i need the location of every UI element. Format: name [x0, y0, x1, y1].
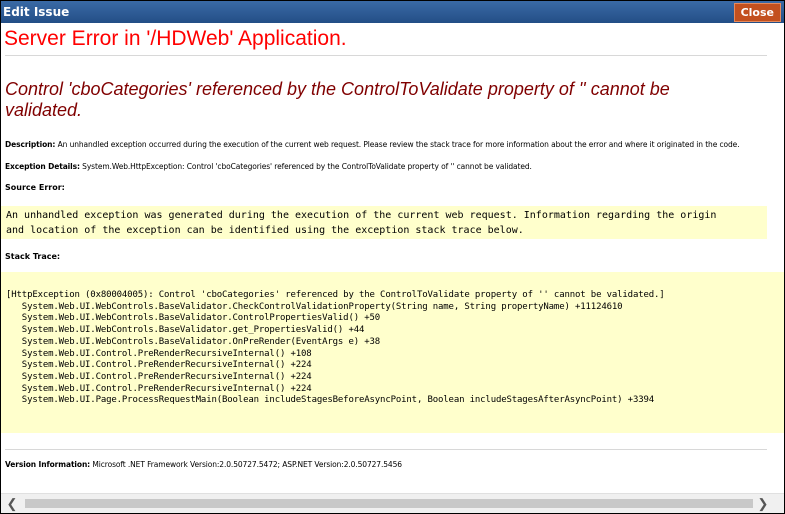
version-information-line: Version Information: Microsoft .NET Fram… [5, 460, 402, 469]
chevron-right-icon[interactable]: ❯ [756, 497, 770, 511]
stack-trace-line: System.Web.UI.WebControls.BaseValidator.… [6, 301, 623, 312]
stack-trace-line: [HttpException (0x80004005): Control 'cb… [6, 290, 665, 300]
version-information-label: Version Information: [5, 460, 91, 469]
source-error-label: Source Error: [5, 183, 65, 192]
stack-trace-line: System.Web.UI.Control.PreRenderRecursive… [6, 371, 312, 382]
exception-details-line: Exception Details: System.Web.HttpExcept… [5, 162, 532, 171]
description-text: An unhandled exception occurred during t… [55, 140, 740, 149]
dialog-title: Edit Issue [3, 5, 70, 19]
description-label: Description: [5, 140, 56, 149]
heading-divider [5, 55, 767, 56]
stack-trace-line: System.Web.UI.Page.ProcessRequestMain(Bo… [6, 395, 655, 406]
version-information-text: Microsoft .NET Framework Version:2.0.507… [90, 460, 402, 469]
exception-details-label: Exception Details: [5, 162, 80, 171]
scrollbar-thumb[interactable] [25, 499, 753, 508]
edit-issue-dialog: Edit Issue Close Server Error in '/HDWeb… [1, 1, 784, 513]
source-error-box: An unhandled exception was generated dur… [1, 206, 767, 239]
stack-trace-line: System.Web.UI.Control.PreRenderRecursive… [6, 348, 312, 359]
source-error-line: and location of the exception can be ide… [6, 225, 524, 236]
dialog-titlebar[interactable]: Edit Issue Close [1, 1, 784, 23]
stack-trace-line: System.Web.UI.WebControls.BaseValidator.… [6, 325, 365, 336]
error-page-content: Server Error in '/HDWeb' Application. Co… [1, 23, 784, 491]
source-error-line: An unhandled exception was generated dur… [6, 210, 717, 221]
error-message: Control 'cboCategories' referenced by th… [5, 79, 670, 120]
chevron-left-icon[interactable]: ❮ [5, 497, 19, 511]
close-button[interactable]: Close [733, 3, 781, 22]
stack-trace-line: System.Web.UI.Control.PreRenderRecursive… [6, 360, 312, 371]
version-divider [5, 449, 767, 450]
description-line: Description: An unhandled exception occu… [5, 140, 740, 149]
stack-trace-line: System.Web.UI.Control.PreRenderRecursive… [6, 383, 312, 394]
horizontal-scrollbar[interactable]: ❮ ❯ [1, 493, 784, 513]
stack-trace-box: [HttpException (0x80004005): Control 'cb… [1, 272, 784, 433]
stack-trace-line: System.Web.UI.WebControls.BaseValidator.… [6, 336, 381, 347]
server-error-heading: Server Error in '/HDWeb' Application. [4, 27, 347, 50]
stack-trace-line: System.Web.UI.WebControls.BaseValidator.… [6, 313, 381, 324]
exception-details-text: System.Web.HttpException: Control 'cboCa… [79, 162, 532, 171]
stack-trace-label: Stack Trace: [5, 252, 61, 261]
